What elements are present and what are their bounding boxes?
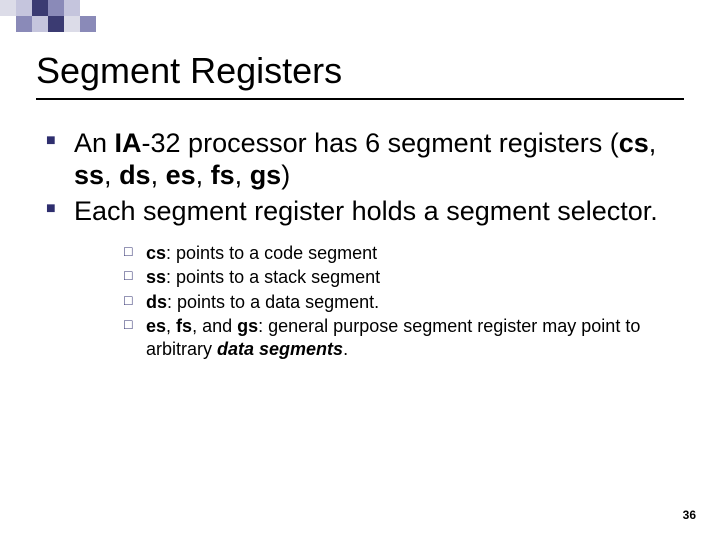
title-rule xyxy=(36,98,684,100)
corner-decoration xyxy=(0,0,96,32)
sub-bullet-item: ss: points to a stack segment xyxy=(124,266,684,289)
sub-bullet-item: cs: points to a code segment xyxy=(124,242,684,265)
bullet-item: Each segment register holds a segment se… xyxy=(46,196,684,360)
sub-bullet-list: cs: points to a code segment ss: points … xyxy=(74,242,684,361)
bullet-list: An IA-32 processor has 6 segment registe… xyxy=(36,128,684,360)
sub-bullet-item: ds: points to a data segment. xyxy=(124,291,684,314)
bullet-item: An IA-32 processor has 6 segment registe… xyxy=(46,128,684,192)
page-number: 36 xyxy=(683,508,696,522)
slide-title: Segment Registers xyxy=(36,50,684,92)
slide-content: Segment Registers An IA-32 processor has… xyxy=(36,50,684,364)
sub-bullet-item: es, fs, and gs: general purpose segment … xyxy=(124,315,684,360)
